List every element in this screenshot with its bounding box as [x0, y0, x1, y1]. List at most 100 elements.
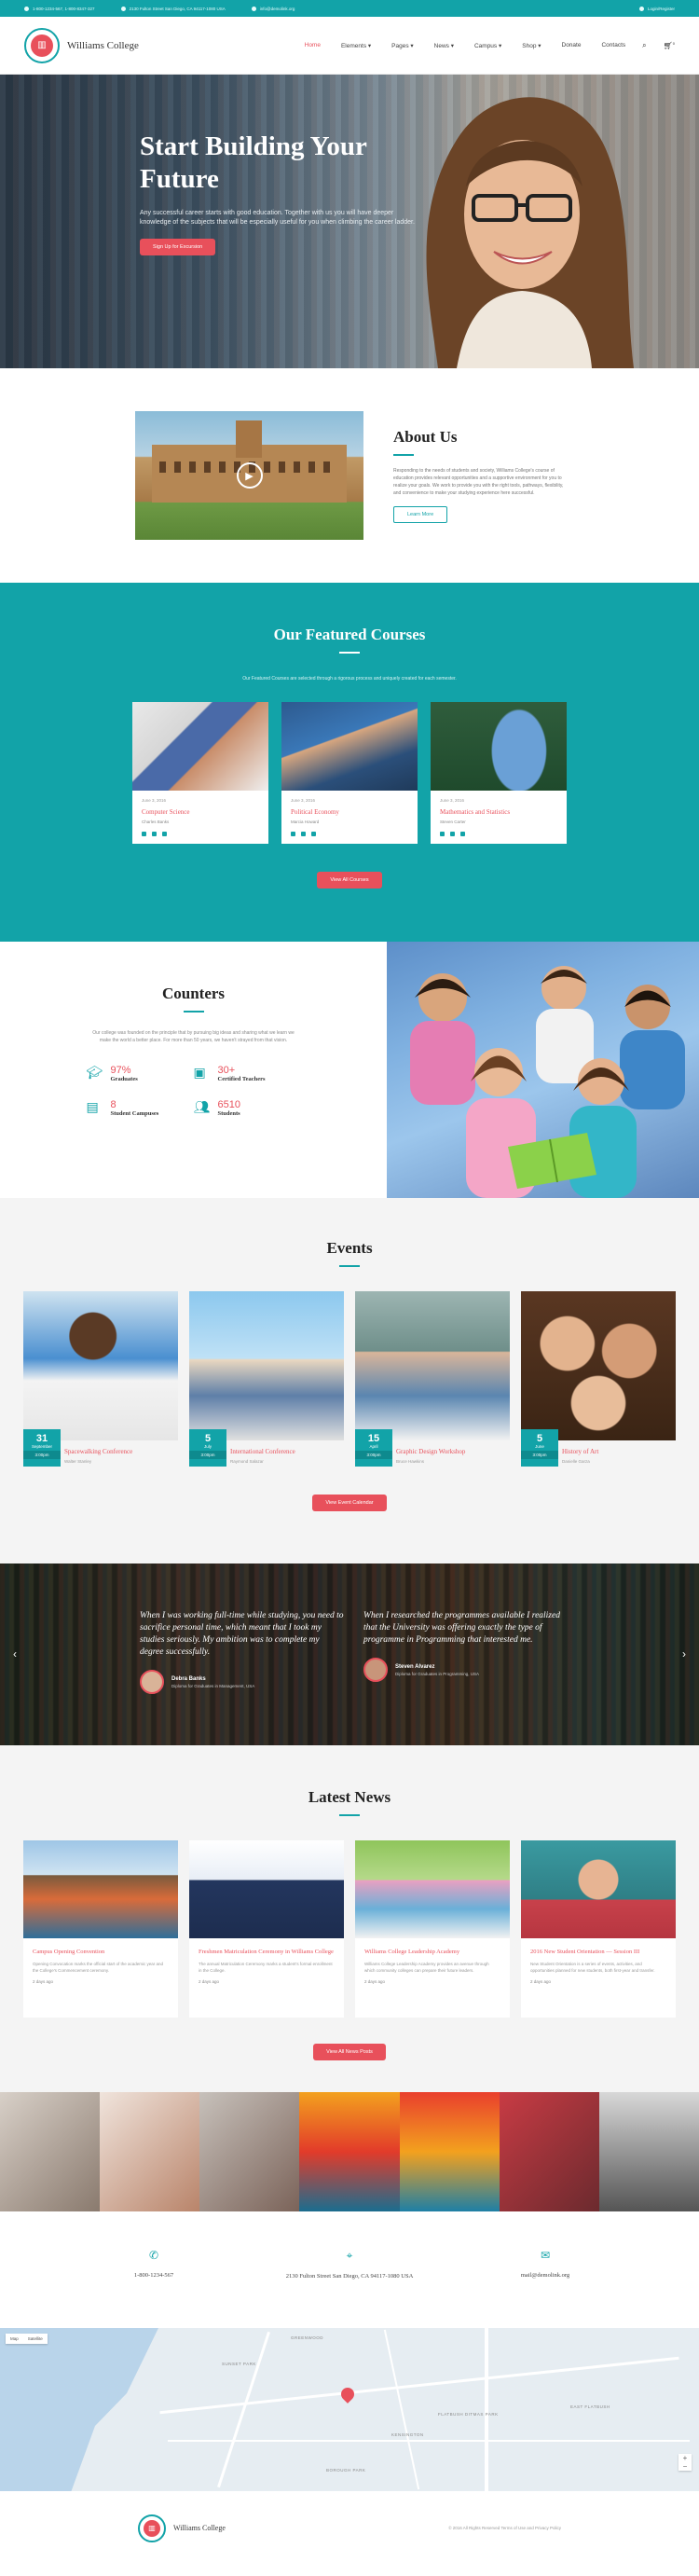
- course-author: Charles Banks: [142, 820, 170, 824]
- event-title[interactable]: History of Art: [562, 1448, 676, 1455]
- news-card[interactable]: Freshmen Matriculation Ceremony in Willi…: [189, 1840, 344, 2018]
- event-title[interactable]: International Conference: [230, 1448, 344, 1455]
- nav-news[interactable]: News ▾: [434, 42, 454, 49]
- nav-shop[interactable]: Shop ▾: [522, 42, 541, 49]
- footer-site-name: Williams College: [173, 2524, 226, 2532]
- user-icon: [142, 832, 146, 836]
- event-title[interactable]: Graphic Design Workshop: [396, 1448, 510, 1455]
- course-image: [132, 702, 268, 791]
- event-date-badge: 5 June 3:00pm: [521, 1429, 558, 1467]
- event-title[interactable]: Spacewalking Conference: [64, 1448, 178, 1455]
- testimonial: When I researched the programmes availab…: [363, 1610, 569, 1694]
- course-date: June 3, 2016: [142, 798, 167, 803]
- location-map[interactable]: GREENWOOD SUNSET PARK KENSINGTON FLATBUS…: [0, 2328, 699, 2491]
- contact-email[interactable]: ✉ mail@demolink.org: [480, 2249, 610, 2328]
- news-date: 2 days ago: [199, 1979, 220, 1984]
- graduation-cap-icon: 🎓︎: [86, 1065, 103, 1080]
- footer-logo[interactable]: ▥ Williams College: [138, 2514, 226, 2542]
- photo-gallery-strip: [0, 2092, 699, 2211]
- news-card[interactable]: Campus Opening Convention Opening Convoc…: [23, 1840, 178, 2018]
- gallery-photo[interactable]: [0, 2092, 101, 2211]
- copyright-text[interactable]: © 2016 All Rights Reserved Terms of Use …: [448, 2526, 561, 2530]
- contact-phone[interactable]: ✆ 1-800-1234-567: [89, 2249, 219, 2328]
- nav-pages[interactable]: Pages ▾: [391, 42, 414, 49]
- event-image: 5 July 3:00pm: [189, 1291, 344, 1467]
- title-divider: [183, 1011, 204, 1012]
- topbar-phone[interactable]: 1-800-1234-567, 1-800-8347-327: [24, 6, 95, 11]
- chevron-left-icon[interactable]: ‹: [13, 1647, 17, 1660]
- cart-icon[interactable]: 🛒︎0: [664, 41, 675, 50]
- counter-item: ▣ 30+ Certified Teachers: [194, 1065, 301, 1082]
- counter-item: 🎓︎ 97% Graduates: [87, 1065, 194, 1082]
- news-image: [521, 1840, 676, 1938]
- course-card[interactable]: June 3, 2016 Political Economy Marcia Ho…: [281, 702, 418, 844]
- chevron-right-icon[interactable]: ›: [682, 1647, 686, 1660]
- news-title[interactable]: Williams College Leadership Academy: [364, 1948, 500, 1956]
- course-title[interactable]: Mathematics and Statistics: [440, 808, 557, 816]
- heart-icon: [152, 832, 157, 836]
- heart-icon: [450, 832, 455, 836]
- event-card[interactable]: 5 July 3:00pm International Conference Ray…: [189, 1291, 344, 1474]
- topbar-email[interactable]: info@demolink.org: [251, 6, 295, 11]
- nav-home[interactable]: Home: [305, 42, 321, 49]
- course-card[interactable]: June 3, 2016 Mathematics and Statistics …: [431, 702, 567, 844]
- hero-text: Any successful career starts with good e…: [140, 210, 415, 226]
- event-calendar-button[interactable]: View Event Calendar: [312, 1495, 387, 1511]
- event-card[interactable]: 5 June 3:00pm History of Art Danielle Garz…: [521, 1291, 676, 1474]
- site-header: ▥ Williams College Home Elements ▾ Pages…: [0, 17, 699, 75]
- news-card[interactable]: 2016 New Student Orientation — Session I…: [521, 1840, 676, 2018]
- news-card[interactable]: Williams College Leadership Academy Will…: [355, 1840, 510, 2018]
- gallery-photo[interactable]: [199, 2092, 300, 2211]
- learn-more-button[interactable]: Learn More: [393, 506, 448, 523]
- map-type-satellite[interactable]: Satellite: [23, 2334, 48, 2344]
- gallery-photo[interactable]: [299, 2092, 400, 2211]
- gallery-photo[interactable]: [100, 2092, 200, 2211]
- event-speaker: Bruce Hawkins: [396, 1459, 425, 1464]
- site-logo[interactable]: ▥ Williams College: [24, 27, 139, 63]
- news-title[interactable]: 2016 New Student Orientation — Session I…: [530, 1948, 666, 1956]
- event-speaker: Raymond Salazar: [230, 1459, 264, 1464]
- gallery-photo[interactable]: [598, 2092, 699, 2211]
- about-section: ▶ About Us Responding to the needs of st…: [0, 368, 699, 583]
- news-excerpt: The annual Matriculation Ceremony marks …: [199, 1962, 333, 1973]
- login-link[interactable]: Login/Register: [638, 6, 675, 11]
- nav-contacts[interactable]: Contacts: [601, 42, 625, 49]
- counter-label: Students: [217, 1110, 240, 1117]
- counter-label: Certified Teachers: [217, 1076, 266, 1082]
- gallery-photo[interactable]: [399, 2092, 500, 2211]
- news-title[interactable]: Campus Opening Convention: [33, 1948, 169, 1956]
- cart-count: 0: [672, 40, 675, 46]
- zoom-in-button[interactable]: +: [678, 2454, 692, 2462]
- gallery-photo[interactable]: [499, 2092, 599, 2211]
- event-card[interactable]: 15 April 3:00pm Graphic Design Workshop Br…: [355, 1291, 510, 1474]
- view-all-courses-button[interactable]: View All Courses: [317, 872, 382, 889]
- nav-campus[interactable]: Campus ▾: [474, 42, 501, 49]
- testimonials-section: ‹ › When I was working full-time while s…: [0, 1564, 699, 1745]
- course-title[interactable]: Political Economy: [291, 808, 408, 816]
- map-zoom-control: + −: [678, 2454, 692, 2471]
- counter-item: 👥︎ 6510 Students: [194, 1099, 301, 1117]
- view-all-news-button[interactable]: View All News Posts: [313, 2044, 386, 2060]
- map-type-map[interactable]: Map: [6, 2334, 23, 2344]
- phone-icon: [24, 6, 29, 11]
- course-date: June 3, 2016: [440, 798, 465, 803]
- event-card[interactable]: 31 September 3:00pm Spacewalking Conferenc…: [23, 1291, 178, 1474]
- avatar: [140, 1670, 164, 1694]
- nav-elements[interactable]: Elements ▾: [341, 42, 371, 49]
- course-card[interactable]: June 3, 2016 Computer Science Charles Ba…: [132, 702, 268, 844]
- comment-icon: [460, 832, 465, 836]
- comment-icon: [162, 832, 167, 836]
- zoom-out-button[interactable]: −: [678, 2462, 692, 2471]
- building-icon: ▥: [31, 34, 53, 57]
- news-title[interactable]: Freshmen Matriculation Ceremony in Willi…: [199, 1948, 335, 1956]
- event-speaker: Walter Stanley: [64, 1459, 92, 1464]
- search-icon[interactable]: ⌕: [642, 41, 646, 50]
- map-pin-icon[interactable]: [338, 2385, 357, 2404]
- excursion-button[interactable]: Sign Up for Excursion: [140, 239, 216, 255]
- nav-donate[interactable]: Donate: [562, 42, 582, 49]
- course-title[interactable]: Computer Science: [142, 808, 259, 816]
- play-icon[interactable]: ▶: [236, 462, 263, 489]
- campus-video-thumbnail[interactable]: ▶: [135, 411, 363, 540]
- phone-icon: ✆: [148, 2249, 159, 2262]
- logo-emblem: ▥: [24, 27, 60, 63]
